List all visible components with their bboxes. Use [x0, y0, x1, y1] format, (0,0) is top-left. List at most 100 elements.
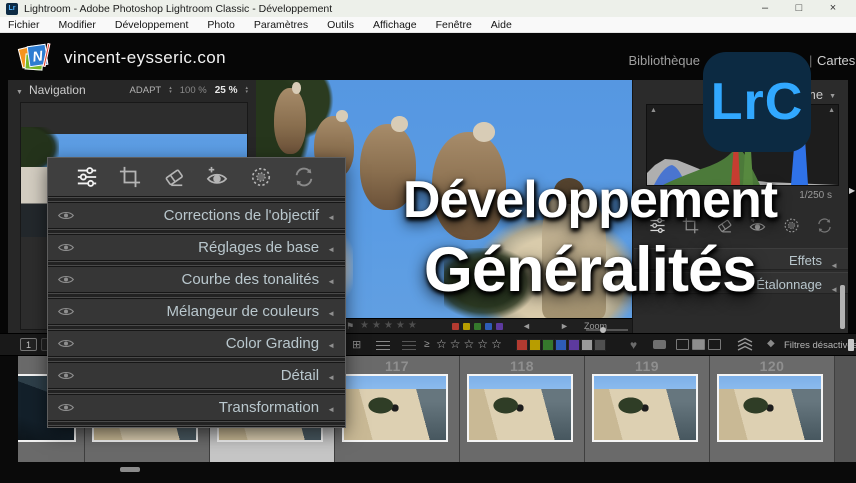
panel-expander-icon[interactable] [327, 271, 335, 289]
panel-row[interactable]: Mélangeur de couleurs [48, 299, 345, 324]
pick-flag-icon[interactable]: ◆ [767, 338, 775, 349]
shadow-clipping-icon[interactable]: ▲ [650, 107, 657, 114]
zoom-level-value[interactable]: 25 % [215, 85, 238, 96]
right-panel-scrollbar[interactable] [840, 285, 845, 329]
heart-icon[interactable]: ♥ [630, 338, 637, 352]
titlebar[interactable]: Lr Lightroom - Adobe Photoshop Lightroom… [0, 0, 856, 17]
eye-visibility-icon[interactable] [58, 370, 74, 381]
rating-operator[interactable]: ≥ [424, 339, 430, 350]
color-dot[interactable] [485, 323, 492, 330]
color-dot[interactable] [452, 323, 459, 330]
eye-visibility-icon[interactable] [58, 338, 74, 349]
eye-visibility-icon[interactable] [58, 306, 74, 317]
fit-spinner-icon[interactable] [169, 86, 172, 94]
panel-row[interactable]: Courbe des tonalités [48, 267, 345, 292]
minimize-button[interactable]: – [748, 0, 782, 17]
edit-sliders-icon[interactable] [76, 166, 98, 188]
zoom-spinner-icon[interactable] [245, 86, 248, 94]
panel-expander-icon[interactable] [327, 207, 335, 225]
crop-icon[interactable] [119, 166, 141, 188]
panel-row[interactable]: Détail [48, 363, 345, 388]
color-dot[interactable] [463, 323, 470, 330]
menu-item[interactable]: Aide [491, 19, 512, 31]
menu-item[interactable]: Fichier [8, 19, 40, 31]
menu-item[interactable]: Modifier [59, 19, 96, 31]
color-label-swatch[interactable] [581, 339, 593, 351]
filmstrip-scrollbar-handle[interactable] [120, 467, 140, 472]
filmstrip-cell[interactable]: 119 [585, 356, 710, 462]
filmstrip-cell[interactable]: 118 [460, 356, 585, 462]
filmstrip-cell[interactable]: 117 [335, 356, 460, 462]
eye-visibility-icon[interactable] [58, 274, 74, 285]
calibration-expander-icon[interactable] [830, 279, 838, 297]
eye-visibility-icon[interactable] [58, 242, 74, 253]
thumb-size-medium[interactable] [692, 339, 705, 350]
panel-row[interactable]: Réglages de base [48, 235, 345, 260]
filter-dropdown[interactable]: Filtres désactivés [784, 337, 856, 353]
grid-view-icon[interactable]: ⊞ [352, 338, 361, 351]
color-dot[interactable] [496, 323, 503, 330]
right-panel-toggle-arrow[interactable]: ▶ [849, 186, 855, 195]
comment-bubble-icon[interactable] [653, 340, 666, 349]
main-window-button[interactable]: 1 [20, 338, 37, 351]
crop-icon[interactable] [682, 217, 699, 234]
menu-item[interactable]: Outils [327, 19, 354, 31]
next-photo-icon[interactable]: ► [560, 321, 569, 331]
filmstrip-filter-switch[interactable] [848, 339, 854, 351]
menu-item[interactable]: Paramètres [254, 19, 308, 31]
zoom-100-option[interactable]: 100 % [180, 85, 207, 96]
module-bibliotheque[interactable]: Bibliothèque [628, 53, 700, 68]
menu-item[interactable]: Fenêtre [436, 19, 472, 31]
red-eye-icon[interactable] [206, 166, 228, 188]
previous-photo-icon[interactable]: ◄ [522, 321, 531, 331]
effects-expander-icon[interactable] [830, 255, 838, 273]
color-label-swatch[interactable] [516, 339, 528, 351]
healing-eraser-icon[interactable] [163, 166, 185, 188]
close-button[interactable]: × [816, 0, 850, 17]
eye-visibility-icon[interactable] [58, 210, 74, 221]
histogram-collapse-icon[interactable] [829, 85, 836, 103]
edit-sliders-icon[interactable] [649, 217, 666, 234]
stack-icon[interactable] [737, 337, 753, 357]
panel-expander-icon[interactable] [327, 367, 335, 385]
thumb-size-small[interactable] [676, 339, 689, 350]
flag-icon[interactable]: ⚑ [346, 321, 354, 332]
red-eye-icon[interactable] [749, 217, 766, 234]
sort-order-icon[interactable] [376, 341, 390, 350]
panel-expander-icon[interactable] [327, 303, 335, 321]
zoom-fit-option[interactable]: ADAPT [130, 85, 162, 96]
color-label-swatch[interactable] [555, 339, 567, 351]
sync-icon[interactable] [293, 166, 315, 188]
eye-visibility-icon[interactable] [58, 402, 74, 413]
collapse-triangle-icon[interactable] [16, 81, 23, 99]
module-cartes[interactable]: Cartes [817, 53, 855, 68]
menu-item[interactable]: Affichage [373, 19, 417, 31]
calibration-panel-header[interactable]: Étalonnage [634, 272, 848, 294]
color-label-swatch[interactable] [568, 339, 580, 351]
masking-icon[interactable] [783, 217, 800, 234]
healing-eraser-icon[interactable] [716, 217, 733, 234]
sort-criteria-icon[interactable] [402, 341, 416, 350]
maximize-button[interactable]: □ [782, 0, 816, 17]
masking-icon[interactable] [250, 166, 272, 188]
highlight-clipping-icon[interactable]: ▲ [828, 107, 835, 114]
navigation-panel-header[interactable]: Navigation ADAPT 100 % 25 % [8, 80, 256, 100]
panel-expander-icon[interactable] [327, 239, 335, 257]
filmstrip-cell[interactable]: 120 [710, 356, 835, 462]
zoom-slider[interactable] [586, 327, 628, 333]
panel-row[interactable]: Color Grading [48, 331, 345, 356]
rating-stars[interactable]: ★★★★★ [360, 320, 420, 331]
panel-expander-icon[interactable] [327, 335, 335, 353]
color-label-swatch[interactable] [594, 339, 606, 351]
color-label-swatch[interactable] [529, 339, 541, 351]
menu-item[interactable]: Développement [115, 19, 189, 31]
panel-expander-icon[interactable] [327, 399, 335, 417]
effects-panel-header[interactable]: Effets [634, 248, 848, 270]
panel-row[interactable]: Transformation [48, 395, 345, 420]
menu-item[interactable]: Photo [207, 19, 234, 31]
color-label-dots[interactable] [452, 323, 503, 330]
color-label-swatch[interactable] [542, 339, 554, 351]
thumb-size-large[interactable] [708, 339, 721, 350]
filter-rating-stars[interactable]: ☆ ☆ ☆ ☆ ☆ [436, 337, 502, 351]
sync-icon[interactable] [816, 217, 833, 234]
